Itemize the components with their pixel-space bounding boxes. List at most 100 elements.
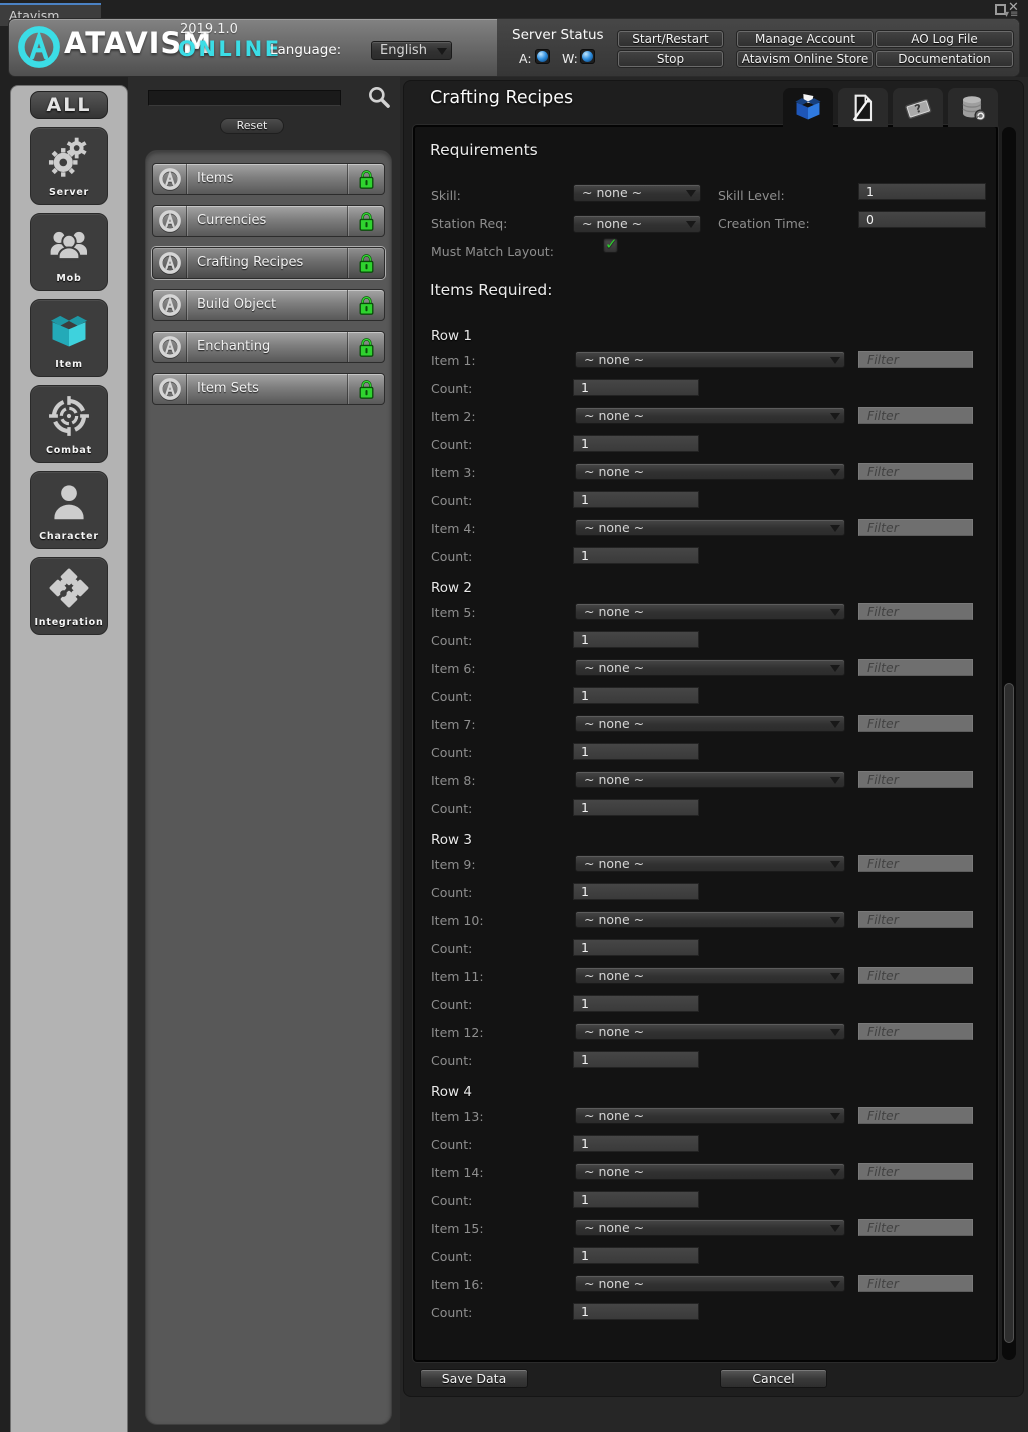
save-data-button[interactable]: Save Data [420, 1369, 528, 1388]
server-status-label: Server Status [512, 27, 604, 43]
language-select[interactable]: English [371, 41, 452, 60]
item-5-filter-input[interactable] [858, 603, 973, 620]
item-16-count-input[interactable] [573, 1303, 699, 1320]
nav-item-crafting-recipes[interactable]: Crafting Recipes [152, 247, 385, 279]
skill-select[interactable]: ~ none ~ [573, 184, 701, 202]
main-tab-blue-box[interactable] [783, 88, 833, 130]
item-3-count-input[interactable] [573, 491, 699, 508]
item-16-filter-input[interactable] [858, 1275, 973, 1292]
creation-time-input[interactable] [858, 211, 986, 228]
item-7-filter-input[interactable] [858, 715, 973, 732]
item-8-count-input[interactable] [573, 799, 699, 816]
scrollbar-thumb[interactable] [1004, 683, 1014, 1343]
item-10-value: ~ none ~ [584, 912, 644, 927]
nav-item-enchanting[interactable]: Enchanting [152, 331, 385, 363]
item-6-filter-input[interactable] [858, 659, 973, 676]
item-7-select[interactable]: ~ none ~ [575, 715, 845, 732]
item-7-label: Item 7: [431, 717, 476, 732]
main-tab-help-stamp[interactable]: ? [893, 88, 943, 127]
sidebar-item-combat[interactable]: Combat [30, 385, 108, 463]
item-6-count-input[interactable] [573, 687, 699, 704]
stop-button[interactable]: Stop [618, 51, 723, 67]
lock-icon [349, 290, 384, 320]
lock-icon [349, 248, 384, 278]
ao-log-file-button[interactable]: AO Log File [876, 31, 1013, 47]
item-12-filter-input[interactable] [858, 1023, 973, 1040]
atavism-store-button[interactable]: Atavism Online Store [737, 51, 873, 67]
item-15-select[interactable]: ~ none ~ [575, 1219, 845, 1236]
item-10-filter-input[interactable] [858, 911, 973, 928]
item-3-filter-input[interactable] [858, 463, 973, 480]
item-14-value: ~ none ~ [584, 1164, 644, 1179]
chevron-down-icon [830, 1113, 840, 1120]
skill-level-input[interactable] [858, 183, 986, 200]
language-label: Language: [270, 42, 341, 58]
item-14-select[interactable]: ~ none ~ [575, 1163, 845, 1180]
item-1-value: ~ none ~ [584, 352, 644, 367]
item-15-value: ~ none ~ [584, 1220, 644, 1235]
item-6-select[interactable]: ~ none ~ [575, 659, 845, 676]
item-11-value: ~ none ~ [584, 968, 644, 983]
station-req-select[interactable]: ~ none ~ [573, 215, 701, 233]
all-categories-button[interactable]: ALL [30, 91, 108, 119]
item-4-filter-input[interactable] [858, 519, 973, 536]
search-input[interactable] [148, 90, 341, 106]
nav-item-item-sets[interactable]: Item Sets [152, 373, 385, 405]
item-15-count-input[interactable] [573, 1247, 699, 1264]
item-8-filter-input[interactable] [858, 771, 973, 788]
item-12-select[interactable]: ~ none ~ [575, 1023, 845, 1040]
sidebar-item-server[interactable]: Server [30, 127, 108, 205]
item-11-filter-input[interactable] [858, 967, 973, 984]
item-9-filter-input[interactable] [858, 855, 973, 872]
sidebar-item-integration[interactable]: Integration [30, 557, 108, 635]
item-13-filter-input[interactable] [858, 1107, 973, 1124]
item-1-filter-input[interactable] [858, 351, 973, 368]
sidebar-item-character[interactable]: Character [30, 471, 108, 549]
sidebar-item-mob[interactable]: Mob [30, 213, 108, 291]
item-4-select[interactable]: ~ none ~ [575, 519, 845, 536]
item-4-count-input[interactable] [573, 547, 699, 564]
lock-icon [349, 332, 384, 362]
item-11-count-input[interactable] [573, 995, 699, 1012]
item-2-count-input[interactable] [573, 435, 699, 452]
item-3-select[interactable]: ~ none ~ [575, 463, 845, 480]
documentation-button[interactable]: Documentation [876, 51, 1013, 67]
item-10-select[interactable]: ~ none ~ [575, 911, 845, 928]
reset-button[interactable]: Reset [220, 118, 284, 134]
main-tab-database-refresh[interactable] [948, 88, 998, 127]
item-2-count-label: Count: [431, 437, 472, 452]
item-16-select[interactable]: ~ none ~ [575, 1275, 845, 1292]
item-1-select[interactable]: ~ none ~ [575, 351, 845, 368]
item-9-select[interactable]: ~ none ~ [575, 855, 845, 872]
item-14-filter-input[interactable] [858, 1163, 973, 1180]
item-12-count-input[interactable] [573, 1051, 699, 1068]
item-13-count-input[interactable] [573, 1135, 699, 1152]
item-8-select[interactable]: ~ none ~ [575, 771, 845, 788]
item-5-count-input[interactable] [573, 631, 699, 648]
mob-group-icon [46, 221, 92, 267]
item-1-count-input[interactable] [573, 379, 699, 396]
atavism-circle-a-icon [153, 248, 186, 278]
nav-item-currencies[interactable]: Currencies [152, 205, 385, 237]
item-13-select[interactable]: ~ none ~ [575, 1107, 845, 1124]
item-14-count-input[interactable] [573, 1191, 699, 1208]
item-7-count-input[interactable] [573, 743, 699, 760]
item-12-count-label: Count: [431, 1053, 472, 1068]
item-2-select[interactable]: ~ none ~ [575, 407, 845, 424]
chevron-down-icon [437, 48, 447, 55]
item-2-filter-input[interactable] [858, 407, 973, 424]
manage-account-button[interactable]: Manage Account [737, 31, 873, 47]
item-9-count-input[interactable] [573, 883, 699, 900]
cancel-button[interactable]: Cancel [720, 1369, 827, 1388]
item-15-filter-input[interactable] [858, 1219, 973, 1236]
item-10-count-input[interactable] [573, 939, 699, 956]
start-restart-button[interactable]: Start/Restart [618, 31, 723, 47]
nav-item-items[interactable]: Items [152, 163, 385, 195]
sidebar-item-item[interactable]: Item [30, 299, 108, 377]
must-match-layout-checkbox[interactable]: ✓ [603, 238, 618, 253]
item-5-select[interactable]: ~ none ~ [575, 603, 845, 620]
item-9-value: ~ none ~ [584, 856, 644, 871]
item-11-select[interactable]: ~ none ~ [575, 967, 845, 984]
main-tab-document-pen[interactable] [838, 88, 888, 127]
nav-item-build-object[interactable]: Build Object [152, 289, 385, 321]
